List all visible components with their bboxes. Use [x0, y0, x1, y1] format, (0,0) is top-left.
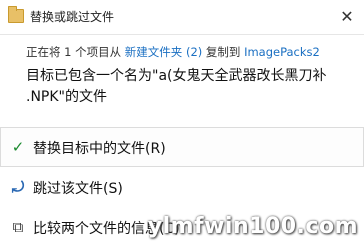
status-prefix: 正在将 1 个项目从 [26, 45, 125, 59]
replace-file-option[interactable]: ✓ 替换目标中的文件(R) [0, 127, 364, 167]
skip-icon: ⤾ [11, 178, 25, 196]
destination-folder-link[interactable]: ImagePacks2 [244, 45, 320, 59]
check-icon: ✓ [11, 138, 25, 156]
folder-icon [8, 6, 24, 23]
skip-file-option[interactable]: ⤾ 跳过该文件(S) [0, 167, 364, 207]
close-button[interactable]: ✕ [330, 0, 364, 34]
source-folder-link[interactable]: 新建文件夹 (2) [125, 45, 202, 59]
replace-file-label: 替换目标中的文件(R) [33, 141, 166, 157]
site-watermark: ylmfwin100.com [147, 214, 358, 239]
conflict-description: 目标已包含一个名为"a(女鬼天全武器改长黑刀补 .NPK"的文件 [26, 66, 364, 108]
compare-icon: ⧉ [12, 218, 24, 236]
skip-file-label: 跳过该文件(S) [33, 181, 123, 197]
copy-status: 正在将 1 个项目从 新建文件夹 (2) 复制到 ImagePacks2 [26, 44, 320, 60]
description-line-2: .NPK"的文件 [26, 89, 107, 105]
status-middle: 复制到 [202, 45, 245, 59]
window-title: 替换或跳过文件 [30, 10, 115, 24]
title-bar: 替换或跳过文件 ✕ [0, 0, 364, 35]
description-line-1: 目标已包含一个名为"a(女鬼天全武器改长黑刀补 [26, 68, 327, 84]
